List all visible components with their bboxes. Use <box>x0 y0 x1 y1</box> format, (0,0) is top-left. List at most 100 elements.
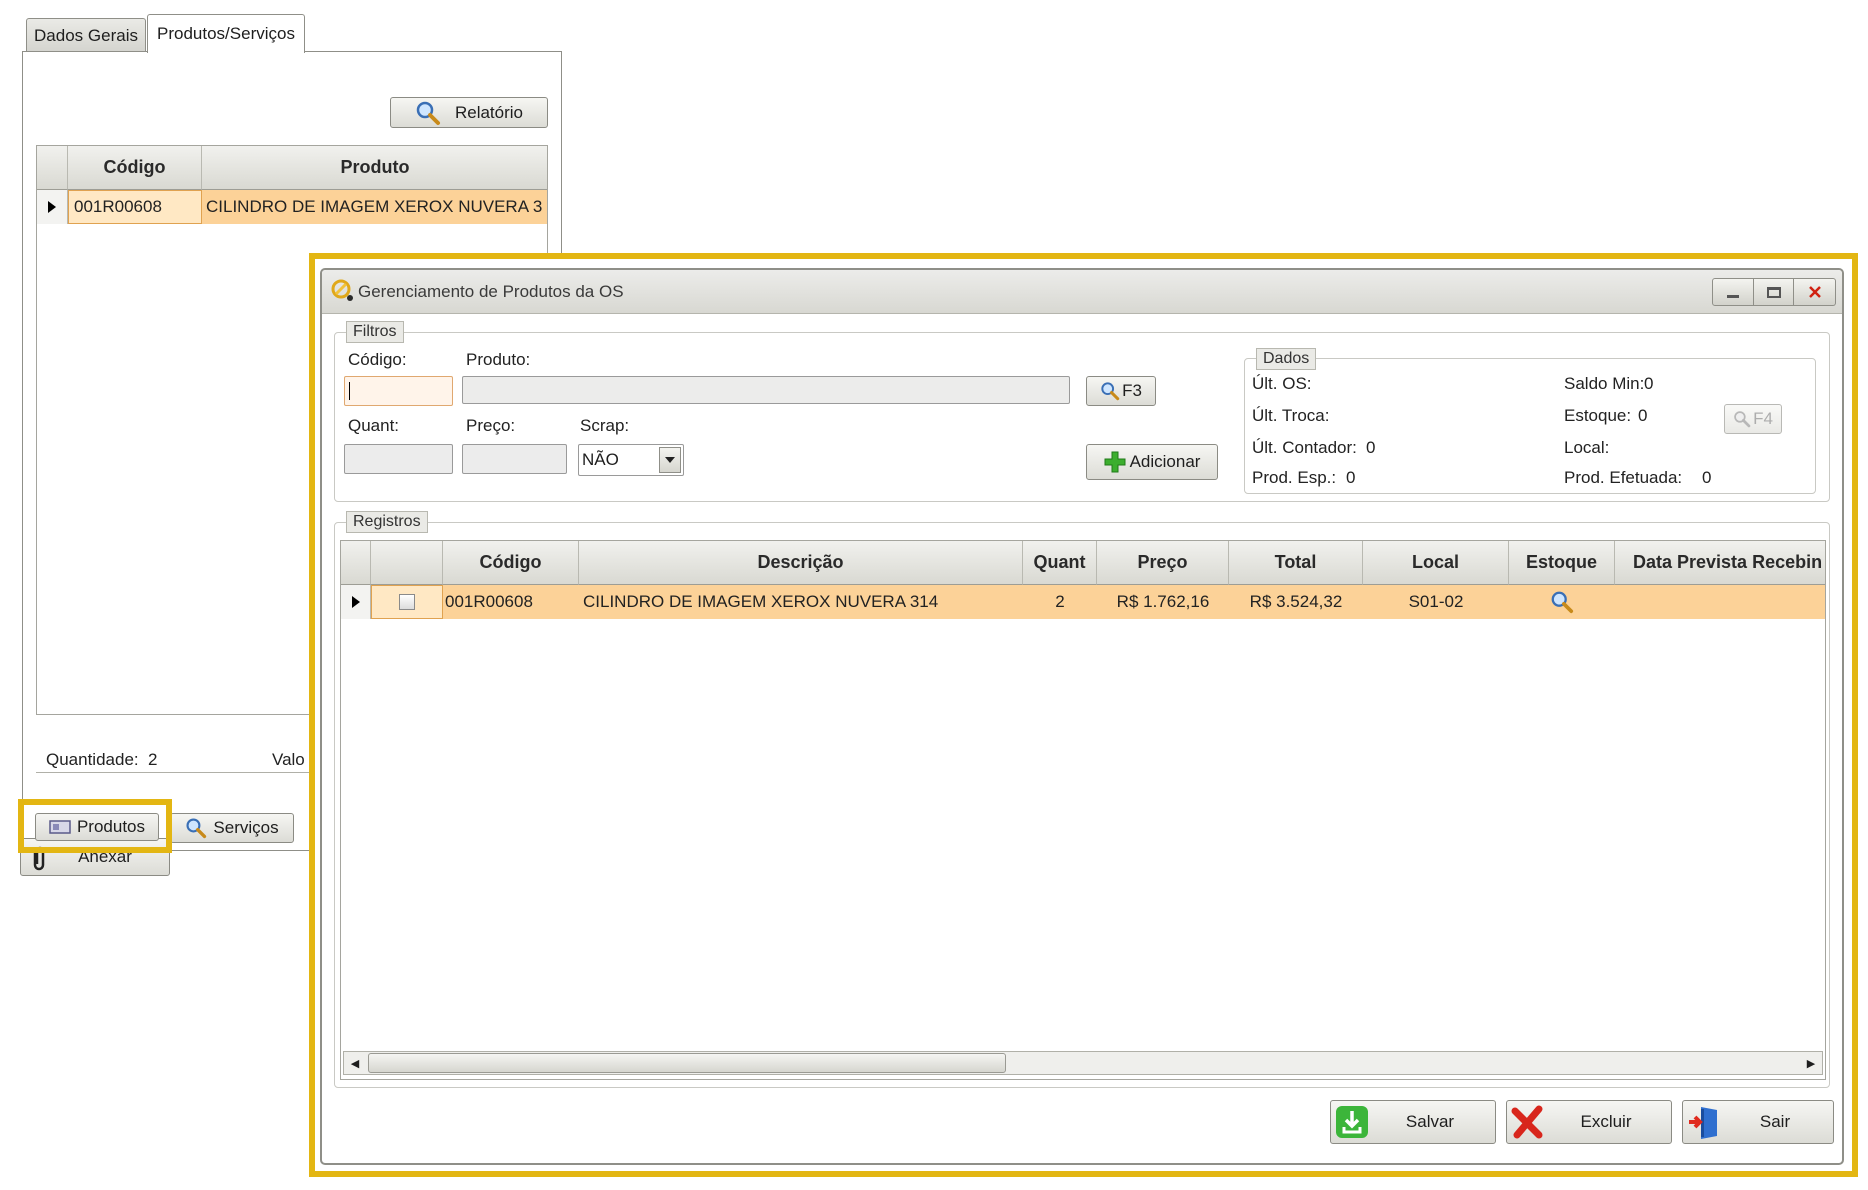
horizontal-scrollbar[interactable]: ◀ ▶ <box>343 1051 1823 1075</box>
cell-quant[interactable]: 2 <box>1023 585 1097 619</box>
add-button-label: Adicionar <box>1129 452 1201 471</box>
cell-codigo[interactable]: 001R00608 <box>68 190 202 224</box>
delete-button[interactable]: Excluir <box>1506 1100 1672 1144</box>
minimize-button[interactable] <box>1712 278 1754 306</box>
codigo-input[interactable] <box>344 376 453 406</box>
column-header-produto[interactable]: Produto <box>202 146 547 190</box>
quant-input[interactable] <box>344 444 453 474</box>
cell-codigo[interactable]: 001R00608 <box>443 585 579 619</box>
minimize-icon <box>1727 295 1739 298</box>
local-label: Local: <box>1564 438 1610 457</box>
scrap-label: Scrap: <box>580 416 630 435</box>
services-button-label: Serviços <box>213 818 279 837</box>
download-save-icon <box>1336 1106 1368 1138</box>
dialog-title: Gerenciamento de Produtos da OS <box>358 282 624 301</box>
table-row[interactable]: 001R00608 CILINDRO DE IMAGEM XEROX NUVER… <box>37 190 547 224</box>
cell-estoque[interactable] <box>1509 585 1615 619</box>
window-controls <box>1712 278 1836 306</box>
column-header-estoque[interactable]: Estoque <box>1509 541 1615 585</box>
f3-search-button[interactable]: F3 <box>1086 376 1156 406</box>
column-header-quant[interactable]: Quant <box>1023 541 1097 585</box>
f4-button[interactable]: F4 <box>1724 404 1782 434</box>
text-cursor <box>349 382 350 400</box>
search-icon[interactable] <box>1550 590 1574 614</box>
report-button[interactable]: Relatório <box>390 97 548 128</box>
close-button[interactable] <box>1794 278 1836 306</box>
saldo-min-value: 0 <box>1644 374 1654 393</box>
ult-contador-value: 0 <box>1366 438 1376 457</box>
cell-produto[interactable]: CILINDRO DE IMAGEM XEROX NUVERA 3 <box>202 190 547 224</box>
cell-preco[interactable]: R$ 1.762,16 <box>1097 585 1229 619</box>
estoque-label: Estoque: <box>1564 406 1632 425</box>
prod-efetuada-value: 0 <box>1702 468 1712 487</box>
estoque-value: 0 <box>1638 406 1648 425</box>
column-header-codigo[interactable]: Código <box>443 541 579 585</box>
preco-label: Preço: <box>466 416 516 435</box>
exit-button-label: Sair <box>1759 1112 1791 1131</box>
title-bar[interactable]: Gerenciamento de Produtos da OS <box>322 270 1842 314</box>
plus-icon <box>1104 451 1126 473</box>
scroll-right-button[interactable]: ▶ <box>1800 1052 1822 1074</box>
scroll-thumb[interactable] <box>368 1053 1006 1073</box>
row-checkbox[interactable] <box>399 594 415 610</box>
ult-troca-label: Últ. Troca: <box>1252 406 1330 425</box>
tab-label: Dados Gerais <box>34 25 138 45</box>
scrap-select[interactable]: NÃO <box>578 444 684 476</box>
table-row[interactable]: 001R00608 CILINDRO DE IMAGEM XEROX NUVER… <box>341 585 1825 619</box>
records-grid: Código Descrição Quant Preço Total Local… <box>340 540 1826 1080</box>
prod-esp-value: 0 <box>1346 468 1356 487</box>
row-indicator <box>37 190 68 224</box>
search-icon <box>186 818 207 839</box>
cell-total[interactable]: R$ 3.524,32 <box>1229 585 1363 619</box>
cell-data-prevista[interactable] <box>1615 585 1825 619</box>
column-header-descricao[interactable]: Descrição <box>579 541 1023 585</box>
row-arrow-icon <box>48 201 56 213</box>
dropdown-button[interactable] <box>659 447 681 473</box>
produto-input[interactable] <box>462 376 1070 404</box>
value-label: Valo <box>272 750 305 769</box>
column-header-total[interactable]: Total <box>1229 541 1363 585</box>
search-icon <box>416 101 440 125</box>
saldo-min-label: Saldo Min: <box>1564 374 1645 393</box>
prod-efetuada-label: Prod. Efetuada: <box>1564 468 1683 487</box>
cell-descricao[interactable]: CILINDRO DE IMAGEM XEROX NUVERA 314 <box>579 585 1023 619</box>
prod-esp-label: Prod. Esp.: <box>1252 468 1337 487</box>
search-icon <box>1734 411 1751 428</box>
quantity-value: 2 <box>148 750 158 769</box>
f3-label: F3 <box>1122 381 1142 400</box>
column-header-local[interactable]: Local <box>1363 541 1509 585</box>
maximize-button[interactable] <box>1754 278 1794 306</box>
app-logo-icon <box>331 279 353 301</box>
delete-button-label: Excluir <box>1580 1112 1632 1131</box>
preco-input[interactable] <box>462 444 567 474</box>
records-legend: Registros <box>346 511 428 533</box>
column-header-preco[interactable]: Preço <box>1097 541 1229 585</box>
services-button[interactable]: Serviços <box>170 813 294 843</box>
column-header-select[interactable] <box>371 541 443 585</box>
save-button-label: Salvar <box>1405 1112 1455 1131</box>
cell-select[interactable] <box>371 585 443 619</box>
tab-label: Produtos/Serviços <box>157 24 295 43</box>
grid-row-header <box>37 146 68 190</box>
maximize-icon <box>1766 286 1781 298</box>
save-button[interactable]: Salvar <box>1330 1100 1496 1144</box>
row-indicator <box>341 585 371 619</box>
produto-label: Produto: <box>466 350 531 369</box>
column-header-data-prevista[interactable]: Data Prevista Recebin <box>1615 541 1825 585</box>
add-button[interactable]: Adicionar <box>1086 444 1218 480</box>
products-highlight-box <box>18 799 172 853</box>
quantity-label: Quantidade: <box>46 750 139 769</box>
product-management-dialog: Gerenciamento de Produtos da OS Filtros … <box>320 268 1844 1165</box>
ult-os-label: Últ. OS: <box>1252 374 1312 393</box>
data-legend: Dados <box>1256 348 1317 370</box>
tab-produtos-servicos[interactable]: Produtos/Serviços <box>147 14 305 53</box>
tab-dados-gerais[interactable]: Dados Gerais <box>26 18 146 52</box>
exit-button[interactable]: Sair <box>1682 1100 1834 1144</box>
scroll-left-button[interactable]: ◀ <box>344 1052 366 1074</box>
f4-label: F4 <box>1753 409 1773 428</box>
scrap-value: NÃO <box>582 450 619 469</box>
search-icon <box>1101 382 1120 401</box>
cell-local[interactable]: S01-02 <box>1363 585 1509 619</box>
column-header-codigo[interactable]: Código <box>68 146 202 190</box>
red-x-icon <box>1511 1105 1543 1139</box>
